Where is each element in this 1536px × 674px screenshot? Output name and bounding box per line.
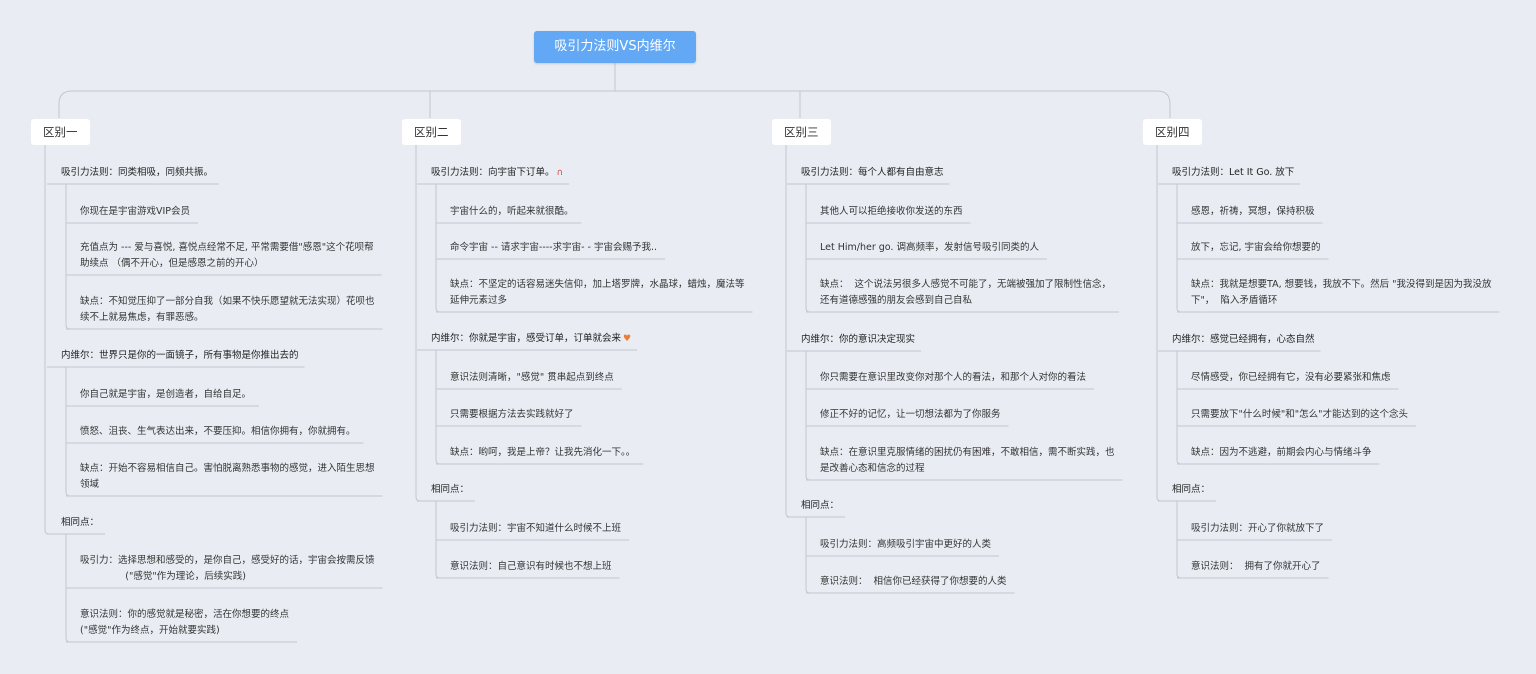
- branch-4-node[interactable]: 区别四: [1143, 119, 1202, 145]
- b3-sec2-item-1[interactable]: 你只需要在意识里改变你对那个人的看法，和那个人对你的看法: [820, 370, 1086, 386]
- b3-sec1-item-2[interactable]: Let Him/her go. 调高频率，发射信号吸引同类的人: [820, 240, 1039, 256]
- b1-sec3-item-1[interactable]: 吸引力：选择思想和感受的，是你自己，感受好的话，宇宙会按需反馈 ("感觉"作为理…: [80, 553, 375, 585]
- branch-2-node[interactable]: 区别二: [402, 119, 461, 145]
- heart-icon: ♥: [623, 334, 632, 344]
- b1-sec2-item-1[interactable]: 你自己就是宇宙，是创造者，自给自足。: [80, 387, 251, 403]
- root-node[interactable]: 吸引力法则VS内维尔: [534, 31, 696, 63]
- b1-sec1-item-3[interactable]: 缺点：不知觉压抑了一部分自我（如果不快乐愿望就无法实现）花呗也 续不上就易焦虑，…: [80, 294, 375, 326]
- b3-sec1-item-1[interactable]: 其他人可以拒绝接收你发送的东西: [820, 204, 963, 220]
- mind-map-canvas: 吸引力法则VS内维尔 区别一 吸引力法则：同类相吸，同频共振。 你现在是宇宙游戏…: [0, 0, 1536, 674]
- b2-sec1-item-3[interactable]: 缺点：不坚定的话容易迷失信仰，加上塔罗牌，水晶球，蜡烛，魔法等 延伸元素过多: [450, 277, 745, 309]
- b1-sec1-item-2[interactable]: 充值点为 --- 爱与喜悦, 喜悦点经常不足, 平常需要借"感恩"这个花呗帮 助…: [80, 240, 374, 272]
- b3-sec1-title[interactable]: 吸引力法则：每个人都有自由意志: [801, 165, 944, 181]
- b2-sec2-title: 内维尔：你就是宇宙，感受订单，订单就会来: [431, 333, 622, 344]
- b2-sec3-title[interactable]: 相同点：: [431, 482, 469, 498]
- b2-sec3-item-1[interactable]: 吸引力法则：宇宙不知道什么时候不上班: [450, 521, 621, 537]
- b3-sec1-item-3[interactable]: 缺点： 这个说法另很多人感觉不可能了，无端被强加了限制性信念， 还有道德感强的朋…: [820, 277, 1111, 309]
- branch-1-node[interactable]: 区别一: [31, 119, 90, 145]
- b4-sec2-item-2[interactable]: 只需要放下"什么时候"和"怎么"才能达到的这个念头: [1191, 407, 1408, 423]
- b2-sec1-item-2[interactable]: 命令宇宙 -- 请求宇宙----求宇宙- - 宇宙会赐予我..: [450, 240, 657, 256]
- b4-sec1-item-1[interactable]: 感恩，祈祷，冥想，保持积极: [1191, 204, 1315, 220]
- b1-sec3-item-2[interactable]: 意识法则：你的感觉就是秘密，活在你想要的终点 ("感觉"作为终点，开始就要实践): [80, 607, 289, 639]
- b2-sec2-title-wrap[interactable]: 内维尔：你就是宇宙，感受订单，订单就会来 ♥: [431, 331, 631, 347]
- b4-sec2-item-1[interactable]: 尽情感受，你已经拥有它，没有必要紧张和焦虑: [1191, 370, 1391, 386]
- b4-sec3-title[interactable]: 相同点：: [1172, 482, 1210, 498]
- b4-sec1-item-3[interactable]: 缺点：我就是想要TA, 想要钱，我放不下。然后 "我没得到是因为我没放 下"， …: [1191, 277, 1492, 309]
- b2-sec2-item-1[interactable]: 意识法则清晰，"感觉" 贯串起点到终点: [450, 370, 614, 386]
- b2-sec1-item-1[interactable]: 宇宙什么的，听起来就很酷。: [450, 204, 574, 220]
- magnet-icon: ∩: [556, 168, 564, 178]
- b1-sec1-title[interactable]: 吸引力法则：同类相吸，同频共振。: [61, 165, 213, 181]
- b2-sec1-title-wrap[interactable]: 吸引力法则：向宇宙下订单。 ∩: [431, 165, 563, 181]
- b1-sec2-item-3[interactable]: 缺点：开始不容易相信自己。害怕脱离熟悉事物的感觉，进入陌生思想 领域: [80, 461, 375, 493]
- b2-sec1-title: 吸引力法则：向宇宙下订单。: [431, 167, 555, 178]
- branch-3-node[interactable]: 区别三: [772, 119, 831, 145]
- b4-sec2-title[interactable]: 内维尔：感觉已经拥有，心态自然: [1172, 332, 1315, 348]
- b1-sec1-item-1[interactable]: 你现在是宇宙游戏VIP会员: [80, 204, 190, 220]
- b3-sec3-item-2[interactable]: 意识法则： 相信你已经获得了你想要的人类: [820, 574, 1007, 590]
- b2-sec3-item-2[interactable]: 意识法则：自己意识有时候也不想上班: [450, 559, 612, 575]
- b4-sec3-item-1[interactable]: 吸引力法则：开心了你就放下了: [1191, 521, 1324, 537]
- b3-sec2-title[interactable]: 内维尔：你的意识决定现实: [801, 332, 915, 348]
- b3-sec3-title[interactable]: 相同点：: [801, 498, 839, 514]
- b2-sec2-item-2[interactable]: 只需要根据方法去实践就好了: [450, 407, 574, 423]
- b4-sec3-item-2[interactable]: 意识法则： 拥有了你就开心了: [1191, 559, 1321, 575]
- b4-sec1-item-2[interactable]: 放下，忘记, 宇宙会给你想要的: [1191, 240, 1321, 256]
- b1-sec2-title[interactable]: 内维尔：世界只是你的一面镜子，所有事物是你推出去的: [61, 348, 299, 364]
- b1-sec3-title[interactable]: 相同点：: [61, 515, 99, 531]
- b3-sec2-item-2[interactable]: 修正不好的记忆，让一切想法都为了你服务: [820, 407, 1001, 423]
- b4-sec1-title[interactable]: 吸引力法则：Let It Go. 放下: [1172, 165, 1294, 181]
- b3-sec2-item-3[interactable]: 缺点：在意识里克服情绪的困扰仍有困难，不敢相信，需不断实践，也 是改善心态和信念…: [820, 445, 1115, 477]
- b2-sec2-item-3[interactable]: 缺点：哟呵，我是上帝？让我先消化一下。。: [450, 445, 635, 461]
- b4-sec2-item-3[interactable]: 缺点：因为不逃避，前期会内心与情绪斗争: [1191, 445, 1372, 461]
- b1-sec2-item-2[interactable]: 愤怒、沮丧、生气表达出来，不要压抑。相信你拥有，你就拥有。: [80, 424, 356, 440]
- b3-sec3-item-1[interactable]: 吸引力法则：高频吸引宇宙中更好的人类: [820, 537, 991, 553]
